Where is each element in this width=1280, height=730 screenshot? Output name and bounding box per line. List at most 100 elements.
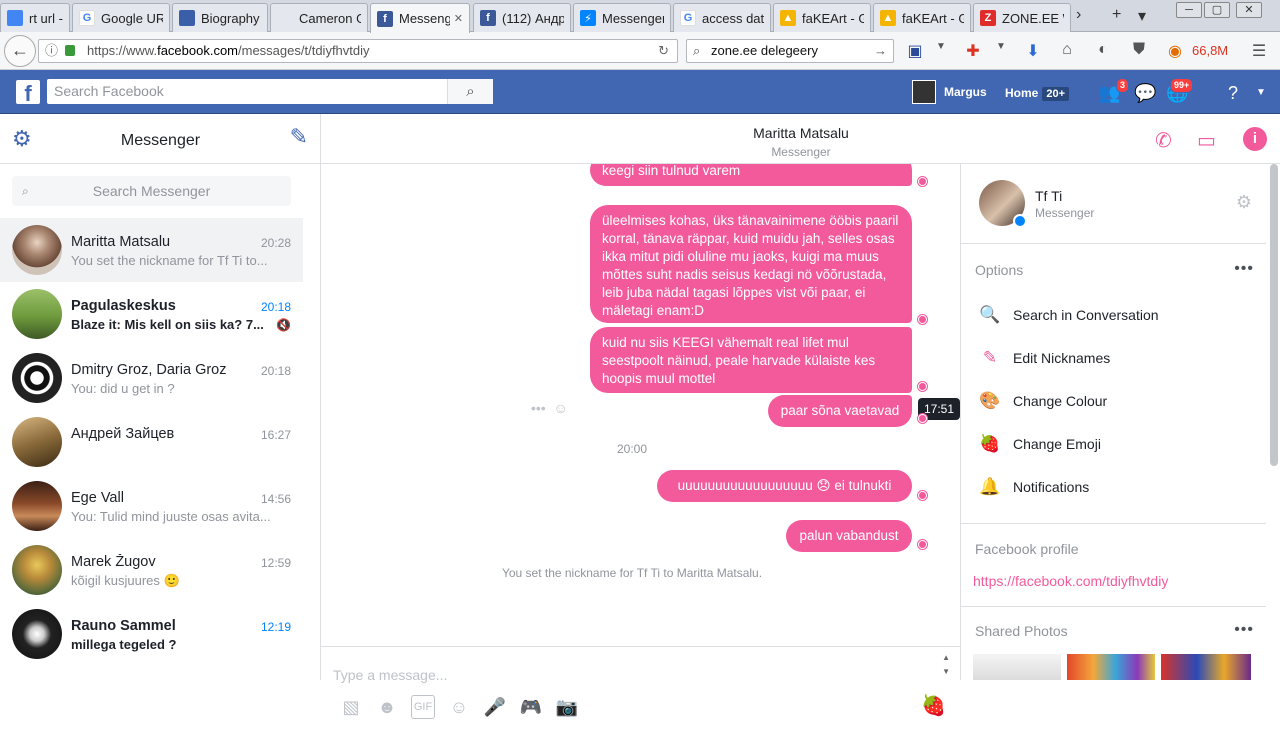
save-dropdown-icon[interactable]: ▼: [930, 41, 952, 52]
conversation-item[interactable]: Maritta Matsalu 20:28 You set the nickname…: [0, 218, 303, 282]
browser-tab[interactable]: Z ZONE.EE W: [973, 3, 1071, 32]
home-icon[interactable]: ⌂: [1056, 41, 1078, 59]
go-arrow-icon[interactable]: →: [874, 40, 887, 62]
browser-tab[interactable]: f (112) Андр: [473, 3, 571, 32]
message-bubble[interactable]: üleelmises kohas, üks tänavainimene ööbi…: [590, 205, 912, 323]
profile-link[interactable]: https://facebook.com/tdiyfhvtdiy: [973, 573, 1168, 589]
composer-tools: ▧ ☻ GIF ☺ 🎤 🎮 📷: [339, 695, 579, 719]
download-icon[interactable]: ⬇: [1022, 41, 1044, 61]
camera-icon[interactable]: 📷: [555, 695, 579, 719]
menu-icon[interactable]: ☰: [1248, 41, 1270, 61]
message-actions[interactable]: ••• ☺: [531, 400, 568, 416]
video-icon[interactable]: ▭: [1197, 128, 1216, 153]
browser-tab[interactable]: G Google URL: [72, 3, 170, 32]
reload-icon[interactable]: ↻: [658, 40, 669, 62]
gear-icon[interactable]: ⚙: [1236, 192, 1252, 213]
conversation-time: 20:28: [260, 236, 291, 250]
more-icon[interactable]: •••: [1234, 621, 1254, 639]
close-window-icon[interactable]: ✕: [1236, 2, 1262, 18]
account-dropdown-icon[interactable]: ▼: [1250, 82, 1272, 104]
conversation-item[interactable]: Marek Žugov 12:59 kõigil kusjuures 🙂: [0, 538, 303, 602]
conversation-snippet: You set the nickname for Tf Ti to...: [71, 253, 268, 268]
new-tab-icon[interactable]: +: [1112, 6, 1121, 24]
profile-link[interactable]: Margus: [912, 80, 987, 104]
emoji-icon[interactable]: ☺: [447, 695, 471, 719]
avatar: [12, 609, 62, 659]
browser-tab[interactable]: ▲ faKEArt - G: [873, 3, 971, 32]
gif-icon[interactable]: GIF: [411, 695, 435, 719]
conversation-item[interactable]: Pagulaskeskus 20:18 Blaze it: Mis kell on …: [0, 282, 303, 346]
help-icon[interactable]: ?: [1222, 82, 1244, 104]
url-bar[interactable]: ⓘ https://www.facebook.com/messages/t/td…: [38, 39, 678, 63]
message-input[interactable]: Type a message...: [333, 667, 447, 683]
message-bubble[interactable]: paar sõna vaetavad: [768, 395, 912, 427]
browser-tab[interactable]: Gaccess data: [673, 3, 771, 32]
option-change-emoji[interactable]: 🍓 Change Emoji: [979, 432, 1101, 456]
option-search-in-conversation[interactable]: 🔍 Search in Conversation: [979, 303, 1158, 327]
info-icon[interactable]: ⓘ: [45, 40, 58, 62]
browser-tab[interactable]: ⚡ Messenger: [573, 3, 671, 32]
tab-list-icon[interactable]: ▾: [1138, 6, 1146, 26]
browser-tab[interactable]: ▲ faKEArt - G: [773, 3, 871, 32]
shared-photo[interactable]: [973, 654, 1061, 680]
microphone-icon[interactable]: 🎤: [483, 695, 507, 719]
pocket-icon[interactable]: ◐: [1092, 41, 1114, 59]
bell-icon: 🔔: [979, 477, 1001, 496]
ublock-icon[interactable]: ⛊: [1128, 41, 1150, 59]
chevron-right-icon[interactable]: ›: [1076, 6, 1081, 24]
shared-photo[interactable]: [1067, 654, 1155, 680]
search-icon[interactable]: ⌕: [447, 79, 493, 104]
info-icon[interactable]: i: [1243, 127, 1267, 151]
conversation-item[interactable]: Dmitry Groz, Daria Groz 20:18 You: did u g…: [0, 346, 303, 410]
browser-tab[interactable]: rt url - G: [0, 3, 70, 32]
facebook-search-input[interactable]: Search Facebook ⌕: [47, 79, 493, 104]
shared-photo[interactable]: [1161, 654, 1251, 680]
conversation-item[interactable]: Ege Vall 14:56 You: Tulid mind juuste osas…: [0, 474, 303, 538]
strawberry-icon[interactable]: 🍓: [921, 693, 946, 718]
option-label: Edit Nicknames: [1013, 350, 1111, 366]
messenger-icon[interactable]: 💬: [1134, 82, 1156, 104]
back-button[interactable]: ←: [4, 35, 36, 67]
conversation-item[interactable]: Андрей Зайцев 16:27: [0, 410, 303, 474]
save-icon[interactable]: ▣: [904, 41, 926, 61]
tab-favicon-icon: G: [79, 10, 95, 26]
browser-search-input[interactable]: ⌕ zone.ee delegeery →: [686, 39, 894, 63]
browser-tab[interactable]: Biography |: [172, 3, 268, 32]
option-change-colour[interactable]: 🎨 Change Colour: [979, 389, 1107, 413]
addon-icon[interactable]: ✚: [962, 41, 984, 61]
browser-tab[interactable]: f Messeng ✕: [370, 3, 470, 33]
tab-favicon-icon: ▲: [780, 10, 796, 26]
maximize-icon[interactable]: ▢: [1204, 2, 1230, 18]
addon-dropdown-icon[interactable]: ▼: [990, 41, 1012, 52]
option-edit-nicknames[interactable]: ✎ Edit Nicknames: [979, 346, 1110, 370]
more-icon[interactable]: •••: [1234, 260, 1254, 278]
home-link[interactable]: Home 20+: [1005, 86, 1070, 101]
tab-favicon-icon: Z: [980, 10, 996, 26]
facebook-logo-icon[interactable]: f: [16, 80, 40, 106]
memory-icon[interactable]: ◉: [1164, 41, 1186, 61]
palette-icon: 🎨: [979, 391, 1001, 410]
option-notifications[interactable]: 🔔 Notifications: [979, 475, 1089, 499]
phone-icon[interactable]: ✆: [1155, 128, 1172, 153]
conversation-name: Ege Vall: [71, 490, 124, 506]
compose-icon[interactable]: ✎: [290, 124, 308, 150]
message-bubble[interactable]: uuuuuuuuuuuuuuuuuu 😞 ei tulnukti: [657, 470, 912, 502]
home-label: Home: [1005, 86, 1039, 100]
messenger-search-input[interactable]: ⌕ Search Messenger: [12, 176, 291, 206]
message-bubble[interactable]: keegi siin tulnud varem: [590, 164, 912, 186]
react-icon[interactable]: ☺: [554, 400, 568, 416]
close-tab-icon[interactable]: ✕: [454, 12, 463, 25]
minimize-icon[interactable]: ─: [1176, 2, 1202, 18]
composer-scrollbar[interactable]: ▲ ▼: [942, 651, 950, 679]
message-bubble[interactable]: palun vabandust: [786, 520, 912, 552]
message-bubble[interactable]: kuid nu siis KEEGI vähemalt real lifet m…: [590, 327, 912, 393]
details-scrollbar[interactable]: [1270, 164, 1278, 466]
conversation-item[interactable]: Rauno Sammel 12:19 millega tegeled ?: [0, 602, 303, 666]
photo-icon[interactable]: ▧: [339, 695, 363, 719]
details-name[interactable]: Tf Ti: [1035, 188, 1062, 204]
more-icon[interactable]: •••: [531, 400, 546, 416]
browser-tab[interactable]: Cameron GrayS: [270, 3, 368, 32]
chat-contact-name[interactable]: Maritta Matsalu: [321, 125, 1280, 141]
game-controller-icon[interactable]: 🎮: [519, 695, 543, 719]
sticker-icon[interactable]: ☻: [375, 695, 399, 719]
